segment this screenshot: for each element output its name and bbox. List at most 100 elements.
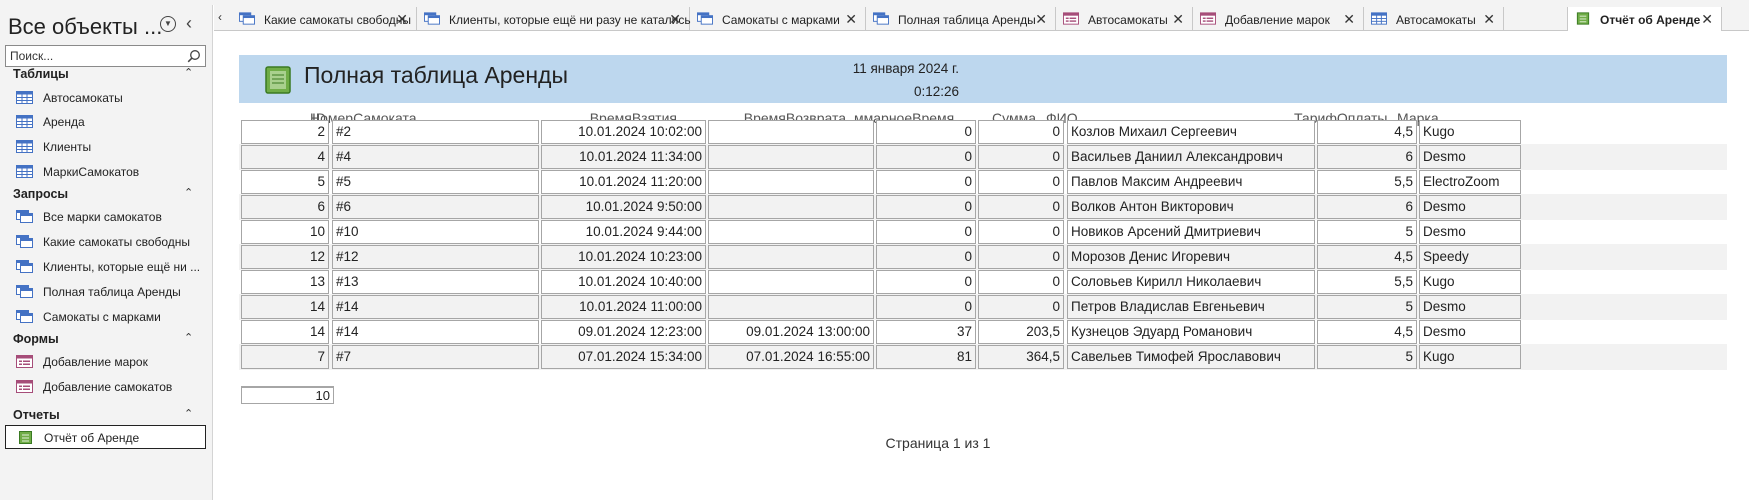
- nav-group-tables[interactable]: Таблицы: [13, 67, 69, 81]
- report-time: 0:12:26: [913, 84, 959, 99]
- nav-collapse-icon[interactable]: ‹: [186, 13, 192, 34]
- cell-total-time: 0: [876, 295, 976, 319]
- cell-scooter: #4: [332, 145, 539, 169]
- tab-kakie-samokaty-svobodny[interactable]: Какие самокаты свободны ✕: [232, 7, 417, 31]
- tab-avtosamokaty-table[interactable]: Автосамокаты ✕: [1364, 7, 1504, 31]
- cell-taken: 10.01.2024 11:00:00: [541, 295, 706, 319]
- tab-label: Автосамокаты: [1396, 13, 1476, 27]
- tab-polnaya-tablica-arendy[interactable]: Полная таблица Аренды ✕: [866, 7, 1056, 31]
- report-icon: [1576, 12, 1590, 25]
- cell-sum: 0: [978, 220, 1064, 244]
- cell-tariff: 5: [1317, 295, 1417, 319]
- close-icon[interactable]: ✕: [1035, 11, 1047, 28]
- nav-item-query-polnaya-arenda[interactable]: Полная таблица Аренды: [5, 280, 206, 304]
- nav-item-query-vse-marki[interactable]: Все марки самокатов: [5, 205, 206, 229]
- cell-tariff: 6: [1317, 195, 1417, 219]
- cell-total-time: 0: [876, 220, 976, 244]
- cell-sum: 0: [978, 270, 1064, 294]
- nav-menu-chevron-icon[interactable]: ▼: [160, 16, 176, 32]
- cell-fio: Новиков Арсений Дмитриевич: [1067, 220, 1315, 244]
- cell-returned: [708, 120, 874, 144]
- tab-samokaty-s-markami[interactable]: Самокаты с марками ✕: [690, 7, 866, 31]
- nav-item-query-kakie-svobodny[interactable]: Какие самокаты свободны: [5, 230, 206, 254]
- table-row: 7 #7 07.01.2024 15:34:00 07.01.2024 16:5…: [239, 344, 1727, 370]
- nav-group-queries[interactable]: Запросы: [13, 187, 68, 201]
- chevron-up-icon[interactable]: ⌃: [184, 331, 193, 344]
- cell-tariff: 5: [1317, 220, 1417, 244]
- nav-search-input[interactable]: [10, 49, 180, 63]
- nav-item-table-arenda[interactable]: Аренда: [5, 110, 206, 134]
- close-icon[interactable]: ✕: [1343, 11, 1355, 28]
- tab-avtosamokaty-form[interactable]: Автосамокаты ✕: [1056, 7, 1193, 31]
- cell-fio: Козлов Михаил Сергеевич: [1067, 120, 1315, 144]
- form-icon: [16, 380, 33, 393]
- cell-fio: Соловьев Кирилл Николаевич: [1067, 270, 1315, 294]
- cell-brand: Speedy: [1419, 245, 1521, 269]
- cell-brand: Desmo: [1419, 295, 1521, 319]
- cell-scooter: #14: [332, 295, 539, 319]
- cell-returned: [708, 170, 874, 194]
- cell-scooter: #7: [332, 345, 539, 369]
- cell-id: 5: [241, 170, 329, 194]
- close-icon[interactable]: ✕: [1483, 11, 1495, 28]
- table-row: 6 #6 10.01.2024 9:50:00 0 0 Волков Антон…: [239, 194, 1727, 220]
- cell-brand: Desmo: [1419, 145, 1521, 169]
- nav-item-label: Добавление самокатов: [43, 380, 173, 394]
- table-row: 12 #12 10.01.2024 10:23:00 0 0 Морозов Д…: [239, 244, 1727, 270]
- cell-brand: Desmo: [1419, 320, 1521, 344]
- chevron-up-icon[interactable]: ⌃: [184, 66, 193, 79]
- cell-id: 7: [241, 345, 329, 369]
- cell-tariff: 4,5: [1317, 320, 1417, 344]
- tab-scroll-left-icon[interactable]: ‹: [218, 10, 222, 24]
- cell-returned: [708, 145, 874, 169]
- page-footer: Страница 1 из 1: [885, 435, 991, 451]
- cell-tariff: 4,5: [1317, 245, 1417, 269]
- cell-taken: 10.01.2024 10:23:00: [541, 245, 706, 269]
- cell-sum: 0: [978, 245, 1064, 269]
- cell-fio: Петров Владислав Евгеньевич: [1067, 295, 1315, 319]
- close-icon[interactable]: ✕: [396, 11, 408, 28]
- nav-item-query-klienty-ne-katalis[interactable]: Клиенты, которые ещё ни ...: [5, 255, 206, 279]
- cell-taken: 10.01.2024 10:02:00: [541, 120, 706, 144]
- cell-id: 14: [241, 295, 329, 319]
- close-icon[interactable]: ✕: [1172, 11, 1184, 28]
- cell-fio: Васильев Даниил Александрович: [1067, 145, 1315, 169]
- search-icon[interactable]: [187, 49, 201, 63]
- table-row: 14 #14 09.01.2024 12:23:00 09.01.2024 13…: [239, 319, 1727, 345]
- nav-item-table-markisamokatov[interactable]: МаркиСамокатов: [5, 160, 206, 184]
- tab-klienty-ne-katalis[interactable]: Клиенты, которые ещё ни разу не катались…: [417, 7, 691, 31]
- tab-label: Полная таблица Аренды: [898, 13, 1036, 27]
- cell-total-time: 0: [876, 120, 976, 144]
- nav-item-table-klienty[interactable]: Клиенты: [5, 135, 206, 159]
- close-icon[interactable]: ✕: [1701, 11, 1713, 28]
- cell-tariff: 5,5: [1317, 170, 1417, 194]
- report-title: Полная таблица Аренды: [304, 62, 568, 88]
- cell-sum: 0: [978, 170, 1064, 194]
- nav-item-report-otchet-arenda[interactable]: Отчёт об Аренде: [5, 425, 206, 449]
- nav-item-table-autosamokaty[interactable]: Автосамокаты: [5, 86, 206, 110]
- nav-group-forms[interactable]: Формы: [13, 332, 59, 346]
- cell-returned: [708, 220, 874, 244]
- tab-dobavlenie-marok[interactable]: Добавление марок ✕: [1193, 7, 1364, 31]
- table-row: 10 #10 10.01.2024 9:44:00 0 0 Новиков Ар…: [239, 219, 1727, 245]
- chevron-up-icon[interactable]: ⌃: [184, 407, 193, 420]
- close-icon[interactable]: ✕: [845, 11, 857, 28]
- tab-label: Какие самокаты свободны: [264, 13, 412, 27]
- close-icon[interactable]: ✕: [669, 11, 681, 28]
- nav-search-box: [5, 45, 206, 67]
- cell-scooter: #14: [332, 320, 539, 344]
- nav-group-reports[interactable]: Отчеты: [13, 408, 60, 422]
- nav-pane-title[interactable]: Все объекты ...: [8, 14, 162, 40]
- chevron-up-icon[interactable]: ⌃: [184, 186, 193, 199]
- tab-otchet-ob-arende[interactable]: Отчёт об Аренде ✕: [1567, 7, 1722, 32]
- nav-item-label: Отчёт об Аренде: [44, 431, 140, 445]
- nav-item-form-dobavlenie-marok[interactable]: Добавление марок: [5, 350, 206, 374]
- report-canvas: Полная таблица Аренды 11 января 2024 г. …: [214, 31, 1749, 500]
- nav-item-query-samokaty-s-markami[interactable]: Самокаты с марками: [5, 305, 206, 329]
- cell-id: 13: [241, 270, 329, 294]
- query-icon: [16, 310, 33, 323]
- table-row: 4 #4 10.01.2024 11:34:00 0 0 Васильев Да…: [239, 144, 1727, 170]
- cell-sum: 364,5: [978, 345, 1064, 369]
- cell-returned: 09.01.2024 13:00:00: [708, 320, 874, 344]
- nav-item-form-dobavlenie-samokatov[interactable]: Добавление самокатов: [5, 375, 206, 399]
